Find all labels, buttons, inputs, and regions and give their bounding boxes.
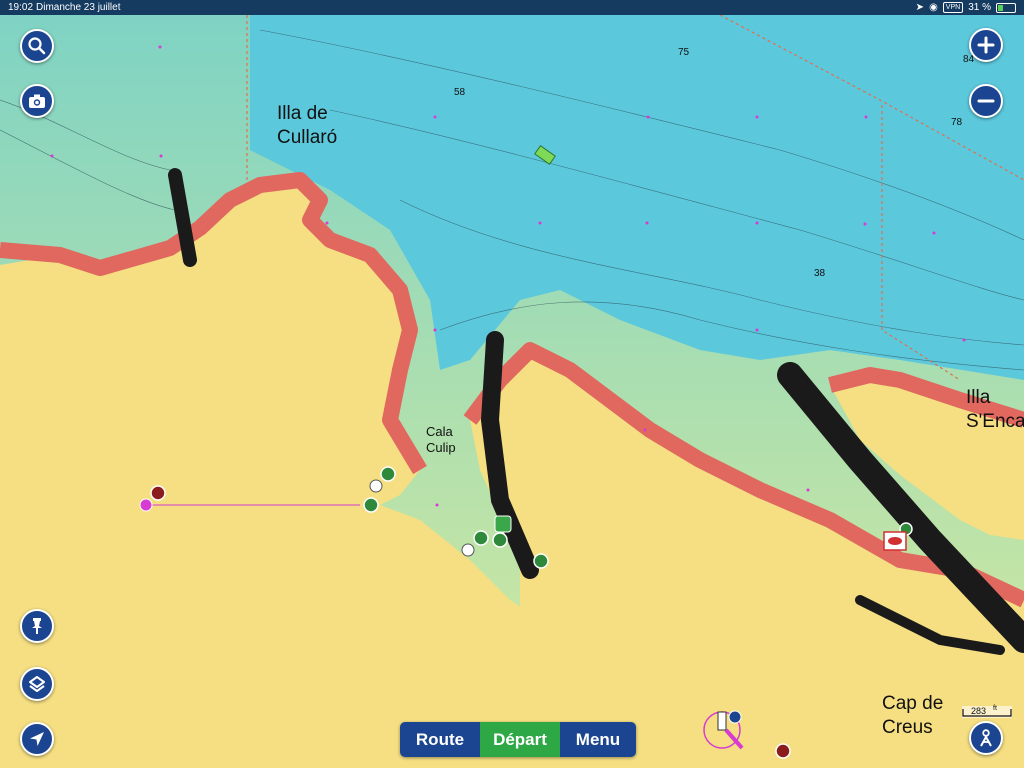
plus-marker-icon[interactable] (492, 532, 508, 548)
plus-marker-icon[interactable] (473, 530, 489, 546)
pin-icon (32, 618, 42, 634)
status-time: 19:02 (8, 2, 34, 13)
profile-button[interactable] (969, 721, 1003, 755)
scale-unit: ft (993, 705, 997, 712)
scale-value: 283 (971, 706, 987, 716)
zoom-out-button[interactable] (969, 84, 1003, 118)
plus-marker-icon[interactable] (380, 466, 396, 482)
zoom-in-button[interactable] (969, 28, 1003, 62)
search-icon (28, 37, 46, 55)
plus-marker-icon[interactable] (533, 553, 549, 569)
depth-label: 58 (454, 87, 466, 98)
minus-icon (977, 99, 995, 103)
more-info-icon[interactable] (728, 710, 742, 724)
vpn-badge: VPN (942, 2, 964, 13)
place-label-illa-sencalladora: Illa S'Enca (966, 387, 1024, 432)
place-label-cap-de-creus: Cap de Creus (882, 693, 944, 738)
battery-percent: 31 % (968, 2, 991, 13)
status-bar: 19:02 Dimanche 23 juillet ➤ ◉ VPN 31 % (0, 0, 1024, 15)
wifi-icon: ◉ (929, 2, 938, 13)
route-button[interactable]: Route (400, 722, 480, 757)
camera-button[interactable] (20, 84, 54, 118)
battery-icon (996, 2, 1016, 13)
depth-label: 78 (951, 117, 963, 128)
navigation-arrow-icon (30, 732, 44, 746)
bottom-toolbar: Route Départ Menu (400, 722, 636, 757)
status-indicators: ➤ ◉ VPN 31 % (916, 0, 1016, 15)
depth-label: 38 (814, 268, 826, 279)
depth-label: 75 (678, 47, 690, 58)
hazard-marker-icon[interactable] (150, 485, 166, 501)
depart-button[interactable]: Départ (480, 722, 560, 757)
camera-icon (29, 94, 45, 108)
location-icon: ➤ (915, 2, 925, 13)
plus-icon (977, 36, 995, 54)
place-label-cala-culip: Cala Culip (426, 424, 456, 455)
search-button[interactable] (20, 29, 54, 63)
hazard-marker-icon[interactable] (775, 743, 791, 759)
lighthouse-icon[interactable] (717, 711, 727, 731)
pin-button[interactable] (20, 609, 54, 643)
layers-button[interactable] (20, 667, 54, 701)
person-icon (980, 729, 992, 747)
nautical-chart[interactable] (0, 0, 1024, 768)
plus-marker-icon[interactable] (363, 497, 379, 513)
scale-bar (962, 706, 1012, 718)
boat-marker-icon[interactable] (139, 498, 153, 512)
locate-button[interactable] (20, 722, 54, 756)
status-date: Dimanche 23 juillet (36, 2, 121, 13)
point-marker-icon[interactable] (461, 543, 475, 557)
menu-button[interactable]: Menu (560, 722, 636, 757)
point-marker-icon[interactable] (369, 479, 383, 493)
place-label-illa-cullaro: Illa de Cullaró (277, 103, 338, 148)
anchor-marker-icon[interactable] (494, 515, 512, 533)
layers-icon (29, 676, 45, 692)
